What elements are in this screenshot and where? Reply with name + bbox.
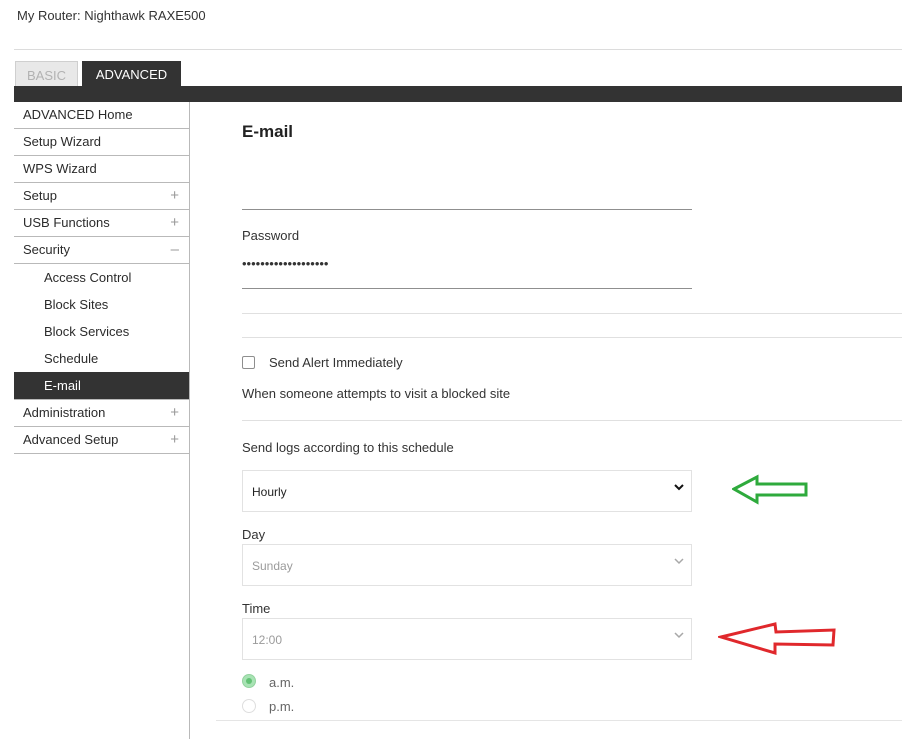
- sidebar-subitem-schedule[interactable]: Schedule: [14, 345, 189, 372]
- expand-plus-icon[interactable]: +: [170, 210, 179, 236]
- send-alert-checkbox[interactable]: [242, 356, 255, 369]
- bottom-divider: [216, 720, 902, 721]
- sidebar-item-label: Setup Wizard: [23, 134, 102, 149]
- section-divider: [242, 420, 902, 421]
- am-radio[interactable]: [242, 674, 256, 688]
- sidebar-subitem-block-sites[interactable]: Block Sites: [14, 291, 189, 318]
- day-select[interactable]: Sunday: [242, 544, 692, 586]
- password-label: Password: [242, 228, 300, 243]
- password-underline: [242, 288, 692, 289]
- router-label: My Router:: [17, 8, 81, 23]
- section-divider: [242, 337, 902, 338]
- sidebar-item-usb-functions[interactable]: USB Functions +: [14, 210, 189, 237]
- tab-basic[interactable]: BASIC: [15, 61, 78, 88]
- sidebar-item-setup-wizard[interactable]: Setup Wizard: [14, 129, 189, 156]
- sidebar-item-label: Advanced Setup: [23, 432, 119, 447]
- email-address-field[interactable]: [242, 209, 692, 210]
- password-field[interactable]: •••••••••••••••••••: [242, 256, 328, 271]
- send-alert-label: Send Alert Immediately: [269, 355, 403, 370]
- day-label: Day: [242, 527, 266, 542]
- sidebar-subitem-block-services[interactable]: Block Services: [14, 318, 189, 345]
- pm-radio[interactable]: [242, 699, 256, 713]
- page-title: E-mail: [242, 122, 294, 141]
- expand-plus-icon[interactable]: +: [170, 183, 179, 209]
- arrow-left-icon: [732, 474, 808, 505]
- time-value: 12:00: [252, 633, 283, 647]
- collapse-minus-icon[interactable]: –: [171, 237, 179, 263]
- schedule-label: Send logs according to this schedule: [242, 440, 454, 455]
- header-divider: [14, 49, 902, 50]
- day-value: Sunday: [252, 559, 293, 573]
- sidebar-divider: [189, 102, 190, 739]
- frequency-value: Hourly: [252, 485, 287, 499]
- sidebar-item-administration[interactable]: Administration +: [14, 399, 189, 427]
- am-label: a.m.: [269, 675, 295, 690]
- time-label: Time: [242, 601, 271, 616]
- sidebar-item-security[interactable]: Security –: [14, 237, 189, 264]
- sidebar-item-label: Administration: [23, 405, 106, 420]
- sidebar-item-label: USB Functions: [23, 215, 110, 230]
- sidebar-item-setup[interactable]: Setup +: [14, 183, 189, 210]
- sidebar-item-advanced-setup[interactable]: Advanced Setup +: [14, 427, 189, 454]
- blocked-site-note: When someone attempts to visit a blocked…: [242, 386, 511, 401]
- sidebar-subitem-email[interactable]: E-mail: [14, 372, 189, 399]
- time-select[interactable]: 12:00: [242, 618, 692, 660]
- expand-plus-icon[interactable]: +: [170, 400, 179, 426]
- router-name: Nighthawk RAXE500: [84, 8, 206, 23]
- router-title: My Router: Nighthawk RAXE500: [17, 8, 206, 23]
- chevron-down-icon: [674, 484, 684, 491]
- sidebar-subitem-access-control[interactable]: Access Control: [14, 264, 189, 291]
- sidebar-item-label: WPS Wizard: [23, 161, 97, 176]
- sidebar: ADVANCED Home Setup Wizard WPS Wizard Se…: [14, 102, 189, 454]
- chevron-down-icon: [674, 558, 684, 565]
- tab-advanced[interactable]: ADVANCED: [82, 61, 181, 88]
- frequency-select[interactable]: Hourly: [242, 470, 692, 512]
- arrow-left-icon: [718, 622, 836, 656]
- sidebar-item-advanced-home[interactable]: ADVANCED Home: [14, 102, 189, 129]
- section-divider: [242, 313, 902, 314]
- pm-label: p.m.: [269, 699, 295, 714]
- chevron-down-icon: [674, 632, 684, 639]
- tab-bar: [14, 86, 902, 102]
- sidebar-item-label: ADVANCED Home: [23, 107, 133, 122]
- expand-plus-icon[interactable]: +: [170, 427, 179, 453]
- sidebar-item-label: Security: [23, 242, 70, 257]
- sidebar-item-wps-wizard[interactable]: WPS Wizard: [14, 156, 189, 183]
- sidebar-item-label: Setup: [23, 188, 57, 203]
